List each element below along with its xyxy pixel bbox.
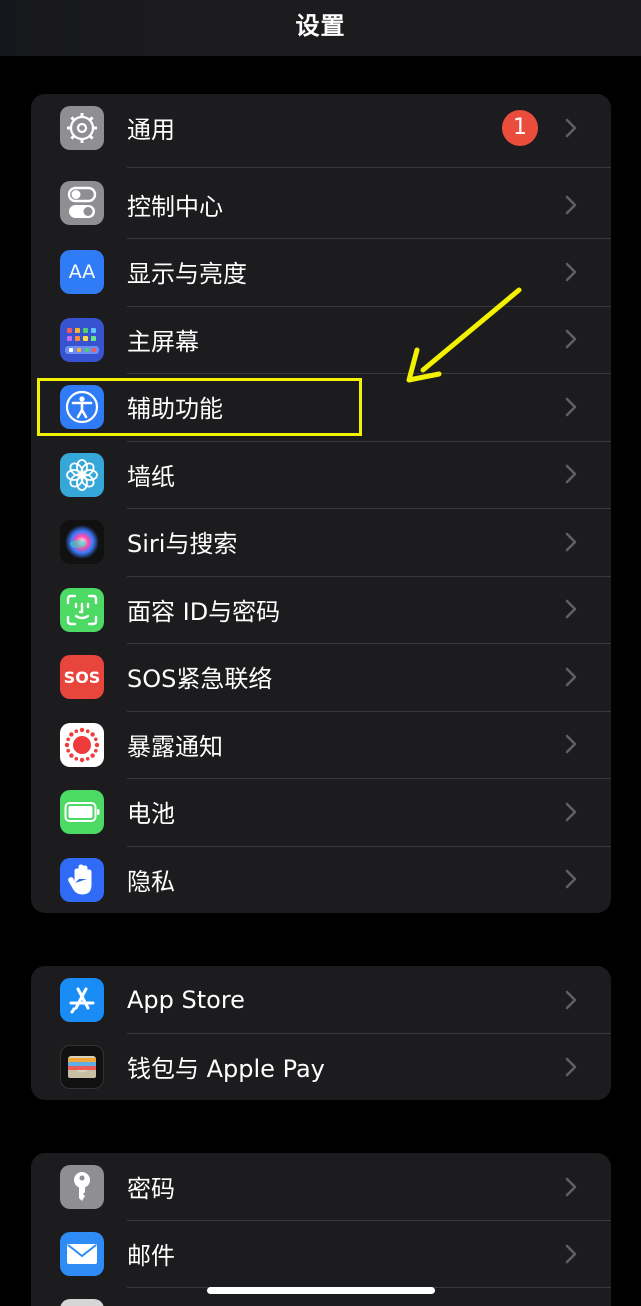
settings-row-face-id-passcode[interactable]: 面容 ID与密码	[31, 575, 611, 644]
row-label: 主屏幕	[127, 327, 199, 356]
chevron-right-icon	[561, 1244, 581, 1264]
row-label: 墙纸	[127, 462, 175, 491]
row-label: 电池	[127, 800, 175, 829]
settings-group-3: 密码 邮件	[31, 1153, 611, 1306]
row-label: App Store	[127, 985, 245, 1014]
chevron-right-icon	[561, 532, 581, 552]
page-title: 设置	[295, 11, 346, 40]
hand-privacy-icon	[60, 857, 104, 902]
chevron-right-icon	[561, 599, 581, 619]
row-label: 控制中心	[127, 193, 223, 222]
chevron-right-icon	[561, 802, 581, 822]
chevron-right-icon	[561, 1177, 581, 1197]
row-label: 显示与亮度	[127, 260, 247, 289]
settings-row-siri-search[interactable]: Siri与搜索	[31, 508, 611, 576]
settings-row-wallpaper[interactable]: 墙纸	[31, 440, 611, 509]
row-divider	[127, 238, 611, 239]
row-divider	[127, 643, 611, 644]
sos-icon: SOS	[60, 655, 104, 699]
row-divider	[127, 1033, 611, 1034]
settings-row-general[interactable]: 通用 1	[31, 94, 611, 162]
toggles-icon	[60, 181, 104, 225]
settings-row-privacy[interactable]: 隐私	[31, 845, 611, 914]
row-divider	[127, 373, 611, 374]
chevron-right-icon	[561, 262, 581, 282]
row-divider	[127, 710, 611, 712]
key-icon	[60, 1165, 104, 1209]
wallpaper-flower-icon	[60, 452, 104, 497]
notification-badge: 1	[502, 109, 538, 146]
chevron-right-icon	[561, 118, 581, 138]
settings-group-1: 通用 1 控制中心 AA 显示与亮度 主屏幕 辅助功能 墙纸 Siri与搜索 面…	[31, 94, 611, 913]
chevron-right-icon	[561, 667, 581, 687]
gear-icon	[60, 106, 104, 150]
row-label: Siri与搜索	[127, 530, 238, 559]
settings-row-exposure-notifications[interactable]: 暴露通知	[31, 710, 611, 779]
settings-row-battery[interactable]: 电池	[31, 778, 611, 846]
row-divider	[127, 508, 611, 509]
display-aa-icon: AA	[60, 250, 104, 294]
chevron-right-icon	[561, 329, 581, 349]
exposure-notification-icon	[60, 722, 104, 767]
app-store-icon	[60, 978, 104, 1022]
chevron-right-icon	[561, 195, 581, 215]
navigation-bar: 设置	[0, 0, 641, 56]
chevron-right-icon	[561, 734, 581, 754]
chevron-right-icon	[561, 464, 581, 484]
mail-envelope-icon	[60, 1232, 104, 1276]
row-divider	[127, 575, 611, 577]
partial-app-icon	[60, 1299, 104, 1306]
siri-orb-icon	[60, 520, 104, 564]
row-divider	[127, 1220, 611, 1221]
row-label: 邮件	[127, 1242, 175, 1271]
chevron-right-icon	[561, 397, 581, 417]
row-label: 通用	[127, 116, 175, 145]
row-divider	[127, 167, 611, 168]
settings-group-2: App Store 钱包与 Apple Pay	[31, 966, 611, 1100]
row-divider	[127, 305, 611, 307]
settings-row-control-center[interactable]: 控制中心	[31, 167, 611, 239]
row-divider	[127, 440, 611, 442]
row-divider	[127, 845, 611, 847]
chevron-right-icon	[561, 990, 581, 1010]
row-label: 钱包与 Apple Pay	[127, 1055, 325, 1084]
row-label: 面容 ID与密码	[127, 597, 281, 626]
annotation-arrow-icon	[406, 287, 522, 383]
row-divider	[127, 778, 611, 779]
wallet-icon	[60, 1045, 104, 1089]
battery-icon	[60, 790, 104, 834]
row-label: 隐私	[127, 867, 175, 896]
settings-row-passwords[interactable]: 密码	[31, 1153, 611, 1221]
settings-row-emergency-sos[interactable]: SOS SOS紧急联络	[31, 643, 611, 711]
home-indicator[interactable]	[207, 1287, 435, 1294]
settings-row-app-store[interactable]: App Store	[31, 966, 611, 1034]
row-label: 暴露通知	[127, 732, 223, 761]
annotation-highlight-box	[37, 378, 362, 436]
face-id-icon	[60, 587, 104, 632]
row-label: SOS紧急联络	[127, 665, 273, 694]
home-screen-grid-icon	[60, 317, 104, 362]
settings-row-wallet-apple-pay[interactable]: 钱包与 Apple Pay	[31, 1033, 611, 1100]
row-label: 密码	[127, 1175, 175, 1204]
chevron-right-icon	[561, 869, 581, 889]
settings-row-mail[interactable]: 邮件	[31, 1220, 611, 1288]
chevron-right-icon	[561, 1057, 581, 1077]
